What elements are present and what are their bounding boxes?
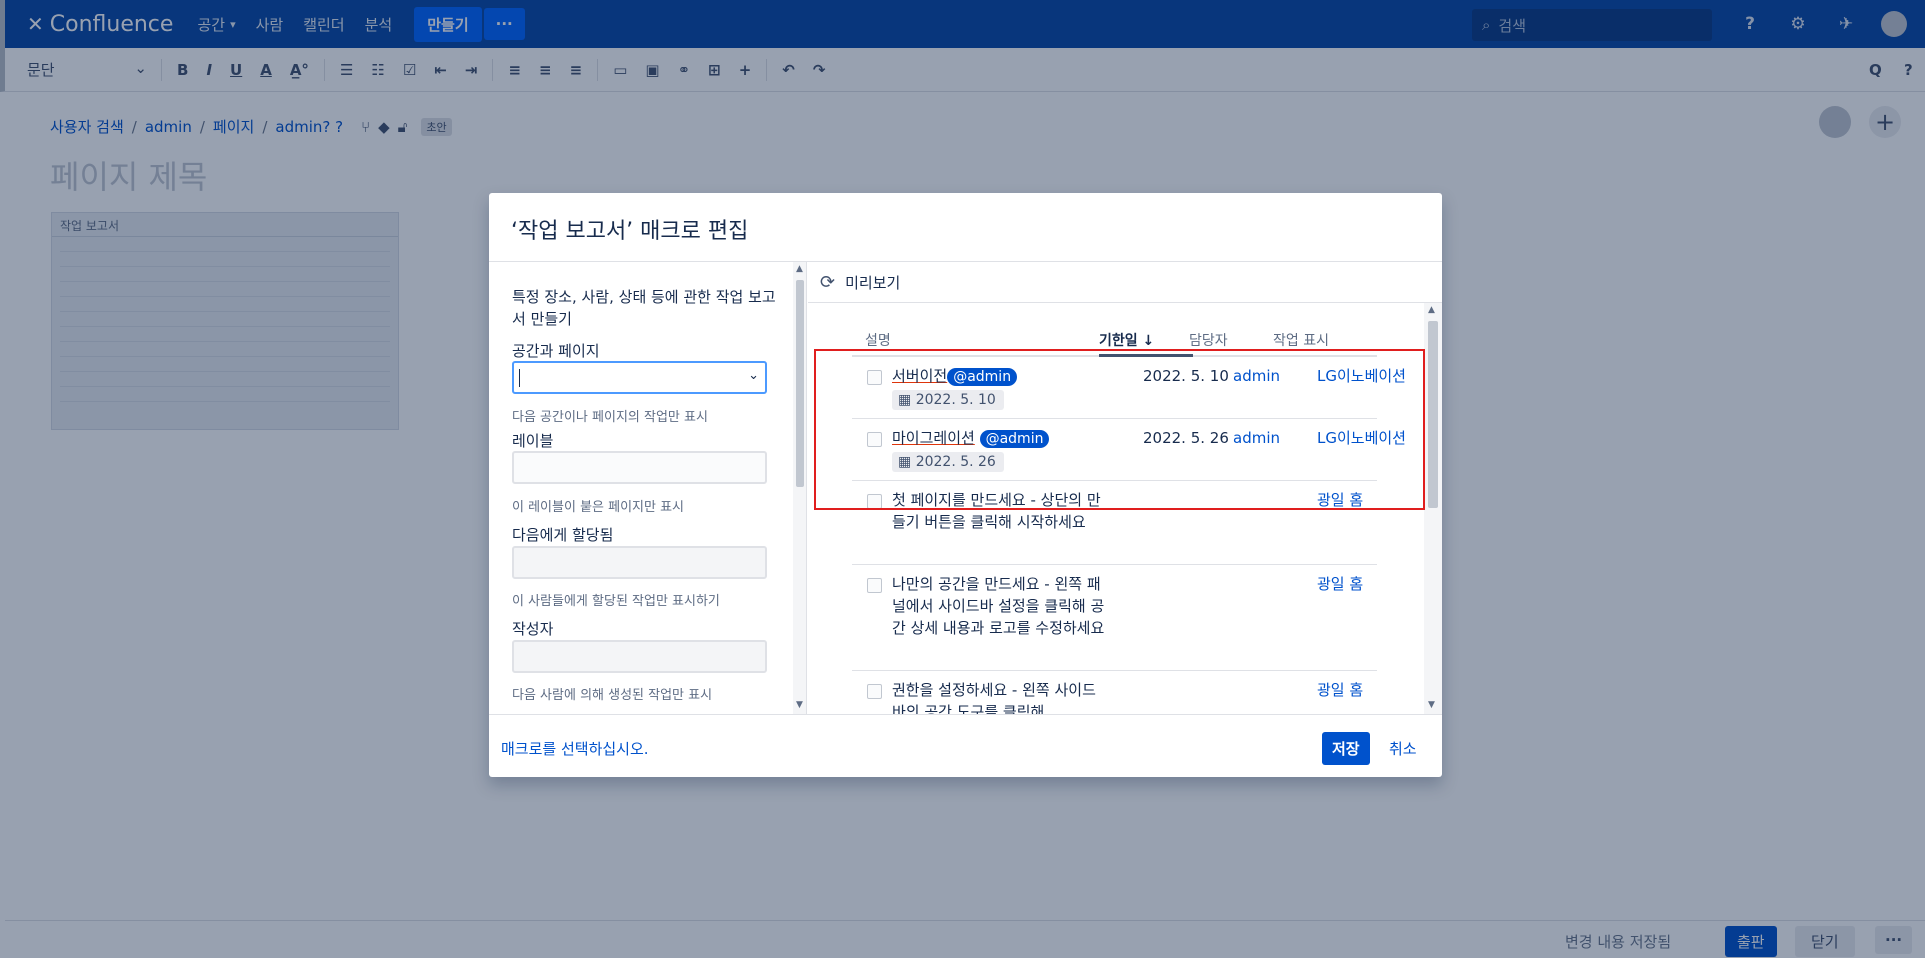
task-text: 나만의 공간을 만드세요 - 왼쪽 패널에서 사이드바 설정을 클릭해 공간 상…: [892, 575, 1105, 637]
location-link[interactable]: LG이노베이션: [1317, 365, 1407, 387]
intro-text: 특정 장소, 사람, 상태 등에 관한 작업 보고서 만들기: [512, 288, 776, 328]
location-link[interactable]: 광일 홈: [1317, 679, 1407, 701]
field-label: 다음에게 할당됨: [512, 526, 614, 544]
location-link[interactable]: 광일 홈: [1317, 573, 1407, 595]
task-row: 나만의 공간을 만드세요 - 왼쪽 패널에서 사이드바 설정을 클릭해 공간 상…: [852, 565, 1377, 671]
task-text: 권한을 설정하세요 - 왼쪽 사이드바의 공간 도구를 클릭해: [892, 681, 1096, 714]
assignee-input[interactable]: [512, 546, 767, 579]
field-help: 다음 사람에 의해 생성된 작업만 표시: [512, 688, 713, 703]
refresh-icon[interactable]: ⟳: [820, 272, 835, 293]
task-text[interactable]: 서버이전: [892, 367, 947, 385]
date-chip[interactable]: ▦ 2022. 5. 26: [892, 452, 1004, 472]
task-row: 권한을 설정하세요 - 왼쪽 사이드바의 공간 도구를 클릭해 광일 홈: [852, 671, 1377, 714]
macro-parameters-panel: 특정 장소, 사람, 상태 등에 관한 작업 보고서 만들기 공간과 페이지 ⌄…: [489, 262, 807, 714]
scroll-down-icon: ▼: [1428, 700, 1435, 710]
scroll-up-icon: ▲: [1428, 305, 1435, 315]
location-link[interactable]: 광일 홈: [1317, 489, 1407, 511]
user-mention[interactable]: @admin: [979, 430, 1050, 448]
user-mention[interactable]: @admin: [947, 368, 1018, 386]
dialog-title: ‘작업 보고서’ 매크로 편집: [511, 219, 749, 244]
task-row: 첫 페이지를 만드세요 - 상단의 만들기 버튼을 클릭해 시작하세요 광일 홈: [852, 481, 1377, 565]
field-help: 다음 공간이나 페이지의 작업만 표시: [512, 410, 708, 425]
field-help: 이 사람들에게 할당된 작업만 표시하기: [512, 594, 720, 609]
scroll-down-icon: ▼: [796, 700, 803, 710]
task-checkbox[interactable]: [867, 578, 882, 593]
preview-scrollbar[interactable]: ▲ ▼: [1424, 303, 1442, 714]
column-header-location[interactable]: 작업 표시: [1273, 330, 1329, 350]
column-header-assignee[interactable]: 담당자: [1189, 330, 1228, 350]
macro-preview-panel: ⟳ 미리보기 설명 기한일 ↓ 담당자 작업 표시 서버이전 @admin ▦ 2…: [808, 262, 1442, 714]
field-label: 레이블: [512, 432, 554, 450]
task-text: 첫 페이지를 만드세요 - 상단의 만들기 버튼을 클릭해 시작하세요: [892, 491, 1101, 531]
assignee-link[interactable]: admin: [1233, 429, 1280, 447]
task-checkbox[interactable]: [867, 494, 882, 509]
field-help: 이 레이블이 붙은 페이지만 표시: [512, 500, 685, 515]
space-page-select[interactable]: ⌄: [512, 361, 767, 394]
chevron-down-icon: ⌄: [748, 368, 759, 383]
sort-arrow-icon: ↓: [1142, 333, 1155, 349]
location-link[interactable]: LG이노베이션: [1317, 427, 1407, 449]
task-checkbox[interactable]: [867, 370, 882, 385]
label-input[interactable]: [512, 451, 767, 484]
column-header-due[interactable]: 기한일 ↓: [1099, 330, 1154, 350]
macro-edit-dialog: ‘작업 보고서’ 매크로 편집 특정 장소, 사람, 상태 등에 관한 작업 보…: [489, 193, 1442, 777]
task-row: 서버이전 @admin ▦ 2022. 5. 10 2022. 5. 10 adm…: [852, 357, 1406, 419]
assignee-link[interactable]: admin: [1233, 367, 1280, 385]
scroll-up-icon: ▲: [796, 264, 803, 274]
date-chip[interactable]: ▦ 2022. 5. 10: [892, 390, 1004, 410]
due-date: 2022. 5. 10: [1143, 367, 1229, 385]
field-label: 공간과 페이지: [512, 342, 600, 360]
task-row: 마이그레이션 @admin ▦ 2022. 5. 26 2022. 5. 26 …: [852, 419, 1406, 481]
creator-input[interactable]: [512, 640, 767, 673]
field-label: 작성자: [512, 620, 554, 638]
calendar-icon: ▦: [898, 392, 912, 408]
due-date: 2022. 5. 26: [1143, 429, 1229, 447]
cancel-button[interactable]: 취소: [1389, 738, 1417, 759]
calendar-icon: ▦: [898, 454, 912, 470]
parameters-scrollbar[interactable]: ▲ ▼: [793, 262, 806, 714]
preview-header: ⟳ 미리보기: [808, 262, 1442, 303]
column-header-description[interactable]: 설명: [865, 330, 891, 350]
save-button[interactable]: 저장: [1322, 732, 1370, 765]
task-checkbox[interactable]: [867, 684, 882, 699]
task-text[interactable]: 마이그레이션: [892, 429, 975, 447]
select-macro-link[interactable]: 매크로를 선택하십시오.: [501, 738, 649, 759]
task-checkbox[interactable]: [867, 432, 882, 447]
